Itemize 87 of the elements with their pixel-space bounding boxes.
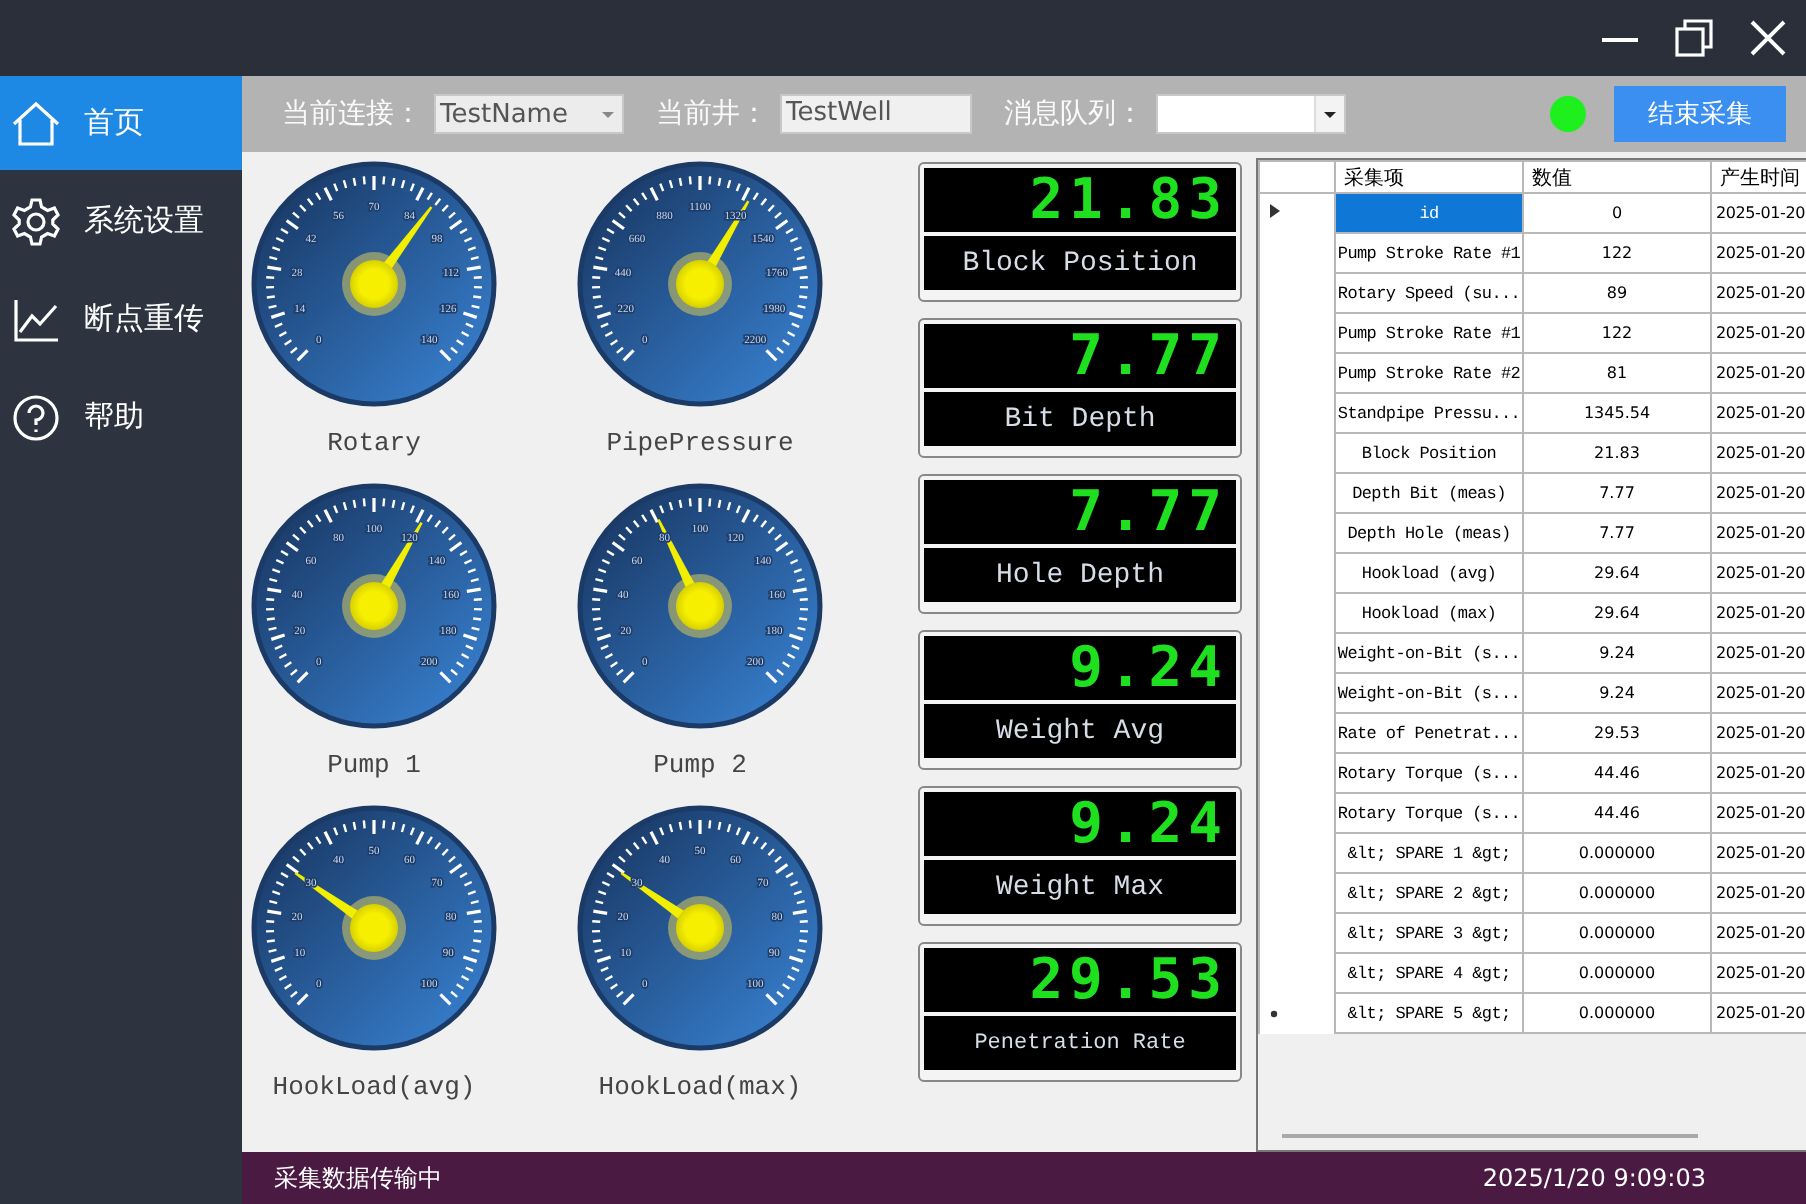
status-time: 2025/1/20 9:09:03	[1482, 1164, 1706, 1192]
table-cell: Pump Stroke Rate #2	[1335, 353, 1523, 393]
table-cell: Rotary Torque (s...	[1335, 753, 1523, 793]
table-cell: 29.64	[1523, 593, 1711, 633]
display-label: Penetration Rate	[924, 1016, 1236, 1070]
display-label: Bit Depth	[924, 392, 1236, 446]
sidebar-item[interactable]: 系统设置	[0, 174, 242, 268]
table-cell: 9.24	[1523, 673, 1711, 713]
gauge-hub	[676, 260, 724, 308]
restore-icon[interactable]	[1674, 18, 1714, 58]
gauge-hub	[350, 904, 398, 952]
table-cell: Block Position	[1335, 433, 1523, 473]
sidebar-item[interactable]: 帮助	[0, 370, 242, 464]
table-cell: 0.000000	[1523, 993, 1711, 1033]
table-cell: 0.000000	[1523, 873, 1711, 913]
table-cell: Pump Stroke Rate #1	[1335, 313, 1523, 353]
table-cell: 0.000000	[1523, 953, 1711, 993]
well-label: 当前井：	[656, 96, 768, 132]
display-value: 21.83	[924, 168, 1236, 232]
column-header[interactable]: 采集项	[1335, 161, 1523, 193]
well-field[interactable]: TestWell	[780, 94, 972, 134]
gauge-hub	[676, 582, 724, 630]
display-label: Hole Depth	[924, 548, 1236, 602]
gauge-label: Pump 2	[653, 750, 747, 780]
table-cell: Hookload (avg)	[1335, 553, 1523, 593]
table-cell: 122	[1523, 233, 1711, 273]
display-value: 7.77	[924, 324, 1236, 388]
table-cell: 81	[1523, 353, 1711, 393]
table-cell: 29.64	[1523, 553, 1711, 593]
column-header[interactable]: 产生时间	[1711, 161, 1806, 193]
connection-label: 当前连接：	[282, 96, 422, 132]
table-cell: &lt; SPARE 1 &gt;	[1335, 833, 1523, 873]
table-cell: Pump Stroke Rate #1	[1335, 233, 1523, 273]
help-icon	[8, 389, 64, 445]
display-value: 7.77	[924, 480, 1236, 544]
table-cell: id	[1335, 193, 1523, 233]
gauge-label: Rotary	[327, 428, 421, 458]
gauge-hub	[350, 260, 398, 308]
table-cell: 7.77	[1523, 513, 1711, 553]
status-message: 采集数据传输中	[274, 1161, 442, 1195]
gauge-label: Pump 1	[327, 750, 421, 780]
display-label: Block Position	[924, 236, 1236, 290]
gauge-hub	[350, 582, 398, 630]
table-cell: Weight-on-Bit (s...	[1335, 673, 1523, 713]
table-cell: 0.000000	[1523, 833, 1711, 873]
table-cell: &lt; SPARE 5 &gt;	[1335, 993, 1523, 1033]
table-cell: 0	[1523, 193, 1711, 233]
table-cell: 44.46	[1523, 793, 1711, 833]
table-cell: Rotary Torque (s...	[1335, 793, 1523, 833]
table-cell: Depth Bit (meas)	[1335, 473, 1523, 513]
settings-icon	[8, 193, 64, 249]
table-cell: &lt; SPARE 4 &gt;	[1335, 953, 1523, 993]
gauge-hub	[676, 904, 724, 952]
table-cell: 29.53	[1523, 713, 1711, 753]
display-label: Weight Max	[924, 860, 1236, 914]
table-cell: 1345.54	[1523, 393, 1711, 433]
new-row-icon	[1270, 1009, 1278, 1017]
table-cell: 9.24	[1523, 633, 1711, 673]
horizontal-scrollbar[interactable]	[1282, 1134, 1698, 1138]
table-cell: 7.77	[1523, 473, 1711, 513]
table-cell: Rate of Penetrat...	[1335, 713, 1523, 753]
table-cell: 0.000000	[1523, 913, 1711, 953]
table-cell: &lt; SPARE 2 &gt;	[1335, 873, 1523, 913]
table-cell: 89	[1523, 273, 1711, 313]
close-icon[interactable]	[1748, 18, 1788, 58]
table-cell: 21.83	[1523, 433, 1711, 473]
gauge-label: HookLoad(max)	[598, 1072, 802, 1102]
table-cell: 44.46	[1523, 753, 1711, 793]
display-value: 29.53	[924, 948, 1236, 1012]
table-cell: Weight-on-Bit (s...	[1335, 633, 1523, 673]
table-cell: Rotary Speed (su...	[1335, 273, 1523, 313]
current-row-icon	[1270, 203, 1280, 218]
sidebar-item[interactable]: 断点重传	[0, 272, 242, 366]
display-value: 9.24	[924, 792, 1236, 856]
gauge-label: PipePressure	[606, 428, 794, 458]
table-cell: Depth Hole (meas)	[1335, 513, 1523, 553]
queue-label: 消息队列：	[1004, 96, 1144, 132]
table-cell: 122	[1523, 313, 1711, 353]
display-value: 9.24	[924, 636, 1236, 700]
table-cell: Hookload (max)	[1335, 593, 1523, 633]
display-label: Weight Avg	[924, 704, 1236, 758]
table-cell: Standpipe Pressu...	[1335, 393, 1523, 433]
column-header[interactable]: 数值	[1523, 161, 1711, 193]
gauge-label: HookLoad(avg)	[272, 1072, 476, 1102]
sidebar-item[interactable]: 首页	[0, 76, 242, 170]
table-cell: &lt; SPARE 3 &gt;	[1335, 913, 1523, 953]
connection-dropdown[interactable]: TestName	[434, 94, 624, 134]
